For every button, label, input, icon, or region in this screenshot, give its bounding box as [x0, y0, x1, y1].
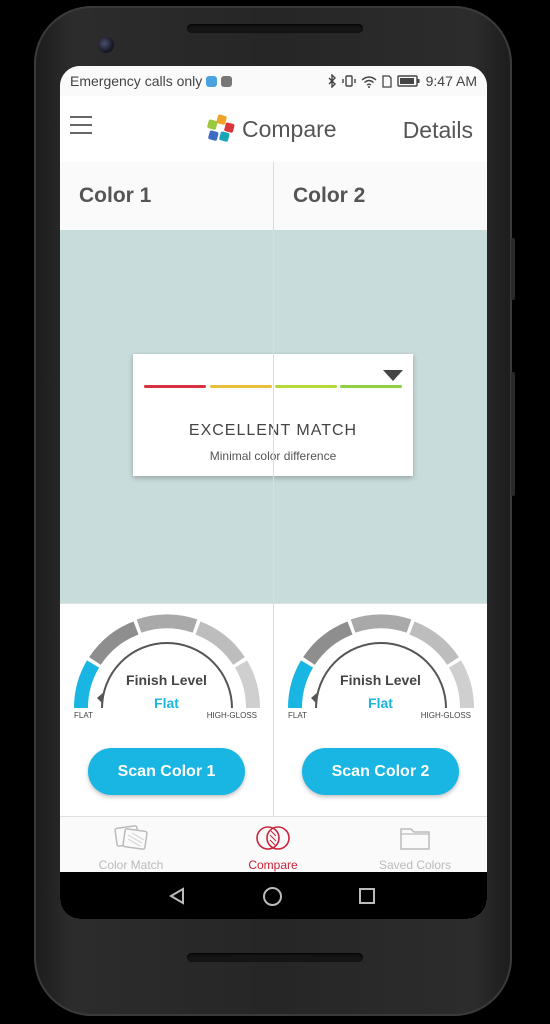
bottom-speaker	[187, 953, 363, 962]
color-1-header: Color 1	[60, 162, 273, 230]
finish-level-value-1: Flat	[154, 695, 179, 711]
color-2-header: Color 2	[274, 162, 487, 230]
power-button	[511, 238, 515, 300]
status-bar: Emergency calls only 9:47 AM	[60, 66, 487, 96]
system-nav-bar	[60, 872, 487, 919]
column-divider	[273, 162, 274, 816]
scan-color-1-button[interactable]: Scan Color 1	[88, 748, 245, 795]
volume-button	[511, 372, 515, 496]
finish-panel-2[interactable]: Finish Level Flat FLAT HIGH-GLOSS	[274, 603, 487, 731]
screen: Emergency calls only 9:47 AM Compare Det…	[60, 66, 487, 919]
wifi-icon	[361, 75, 377, 88]
bottom-nav: Color Match Compare Saved Colors	[60, 816, 487, 873]
match-pointer-icon	[383, 370, 403, 381]
sim-icon	[381, 74, 392, 88]
page-title: Compare	[242, 115, 337, 142]
nav-label-saved-colors: Saved Colors	[378, 858, 452, 872]
message-icon	[221, 75, 233, 87]
recents-icon[interactable]	[358, 887, 376, 905]
finish-max-label-2: HIGH-GLOSS	[420, 711, 471, 720]
battery-icon	[396, 75, 420, 87]
top-speaker	[187, 24, 363, 33]
scan-panel-2: Scan Color 2	[274, 729, 487, 816]
match-scale-lime	[275, 385, 337, 388]
finish-max-label-1: HIGH-GLOSS	[206, 711, 257, 720]
match-scale-yellow	[210, 385, 272, 388]
back-icon[interactable]	[168, 887, 186, 905]
clock: 9:47 AM	[425, 73, 477, 89]
compare-logo-icon	[207, 114, 235, 142]
nav-label-color-match: Color Match	[98, 858, 164, 872]
notification-icon	[206, 75, 218, 87]
details-button[interactable]: Details	[403, 117, 473, 144]
vibrate-icon	[341, 75, 356, 87]
nav-item-color-match[interactable]: Color Match	[60, 817, 202, 873]
finish-level-title-1: Finish Level	[126, 672, 207, 688]
color-1-label: Color 1	[79, 184, 152, 207]
carrier-text: Emergency calls only	[70, 73, 203, 89]
color-cards-icon	[114, 825, 148, 850]
folder-icon	[400, 828, 430, 850]
finish-level-value-2: Flat	[368, 695, 393, 711]
match-scale-red	[144, 385, 206, 388]
home-icon[interactable]	[262, 886, 283, 907]
app-logo-title: Compare	[206, 114, 337, 144]
front-camera	[98, 37, 114, 53]
finish-level-title-2: Finish Level	[340, 672, 421, 688]
finish-min-label-2: FLAT	[288, 711, 307, 720]
compare-circles-icon	[256, 826, 290, 850]
scan-panel-1: Scan Color 1	[60, 729, 273, 816]
app-bar: Compare Details	[60, 96, 487, 163]
nav-item-compare[interactable]: Compare	[202, 817, 344, 873]
finish-min-label-1: FLAT	[74, 711, 93, 720]
scan-color-2-button[interactable]: Scan Color 2	[302, 748, 459, 795]
bluetooth-icon	[328, 74, 336, 88]
finish-panel-1[interactable]: Finish Level Flat FLAT HIGH-GLOSS	[60, 603, 273, 731]
color-2-label: Color 2	[293, 184, 366, 207]
menu-icon[interactable]	[70, 116, 92, 134]
match-scale-green	[340, 385, 402, 388]
nav-label-compare: Compare	[248, 858, 298, 872]
nav-item-saved-colors[interactable]: Saved Colors	[344, 817, 486, 873]
